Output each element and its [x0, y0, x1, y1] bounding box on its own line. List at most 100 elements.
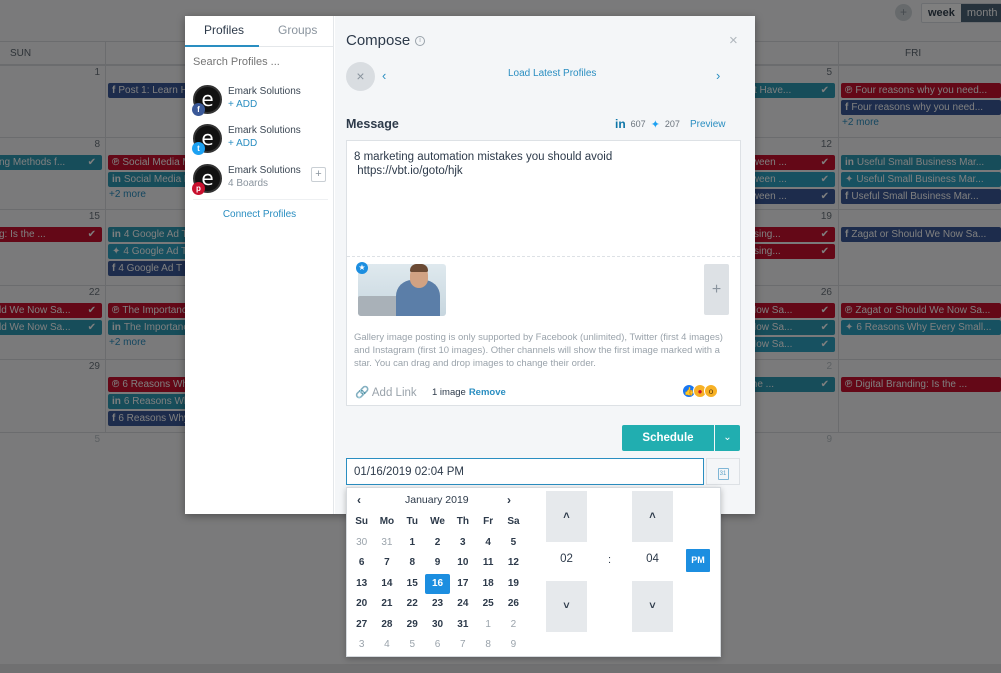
selected-day[interactable]: 16 [425, 573, 451, 595]
calendar-day[interactable]: 30 [425, 615, 450, 636]
calendar-day[interactable]: 8 [475, 635, 500, 656]
calendar-day[interactable]: 15 [400, 574, 425, 595]
calendar-day[interactable]: 4 [475, 533, 500, 554]
profiles-panel: Profiles Groups e f Emark Solutions + AD… [185, 16, 334, 514]
message-editor[interactable]: 8 marketing automation mistakes you shou… [346, 140, 741, 406]
message-textarea[interactable]: 8 marketing automation mistakes you shou… [354, 150, 734, 178]
calendar-day[interactable]: 18 [475, 574, 500, 595]
tab-groups[interactable]: Groups [278, 23, 317, 37]
chevron-right-icon[interactable]: › [716, 68, 720, 83]
reactions-icon[interactable]: 👍 ● o [682, 384, 718, 398]
calendar-day[interactable]: 26 [501, 594, 526, 615]
calendar-day[interactable]: 31 [374, 533, 399, 554]
twitter-icon: t [192, 142, 205, 155]
calendar-day[interactable]: 17 [450, 574, 475, 595]
add-image-button[interactable]: + [704, 264, 729, 315]
calendar-day[interactable]: 21 [374, 594, 399, 615]
schedule-options-dropdown[interactable]: ⌄ [715, 425, 740, 451]
calendar-day[interactable]: 5 [400, 635, 425, 656]
calendar-day[interactable]: 1 [475, 615, 500, 636]
minute-value[interactable]: 04 [632, 553, 673, 565]
calendar-day[interactable]: 31 [450, 615, 475, 636]
calendar-day[interactable]: 9 [425, 553, 450, 574]
gallery-note: Gallery image posting is only supported … [354, 332, 723, 369]
image-thumbnail[interactable] [358, 264, 446, 316]
calendar-day[interactable]: 7 [374, 553, 399, 574]
chevron-left-icon[interactable]: ‹ [382, 68, 386, 83]
star-icon[interactable]: ★ [356, 262, 368, 274]
hour-up-button[interactable]: ˄ [546, 491, 587, 542]
weekday-header: Th [456, 516, 469, 527]
add-profile-link[interactable]: + ADD [228, 138, 257, 149]
profile-item[interactable]: e t Emark Solutions + ADD [192, 124, 328, 158]
close-icon[interactable]: × [729, 32, 738, 49]
calendar-day[interactable]: 5 [501, 533, 526, 554]
calendar-icon: 31 [717, 468, 729, 480]
chevron-down-icon: ⌄ [723, 432, 732, 443]
compose-title: Compose [346, 32, 411, 49]
calendar-day[interactable]: 2 [501, 615, 526, 636]
calendar-day[interactable]: 20 [349, 594, 374, 615]
time-separator: : [608, 554, 612, 566]
calendar-day[interactable]: 6 [425, 635, 450, 656]
calendar-day[interactable]: 3 [450, 533, 475, 554]
hour-value[interactable]: 02 [546, 553, 587, 565]
open-calendar-button[interactable]: 31 [706, 458, 740, 485]
calendar-day[interactable]: 28 [374, 615, 399, 636]
calendar-day[interactable]: 1 [400, 533, 425, 554]
schedule-datetime-input[interactable] [346, 458, 704, 485]
calendar-day[interactable]: 12 [501, 553, 526, 574]
linkedin-icon: in [615, 117, 626, 131]
add-link-button[interactable]: 🔗 Add Link [355, 385, 417, 399]
clear-selected-profiles-button[interactable]: × [346, 62, 375, 91]
calendar-day[interactable]: 11 [475, 553, 500, 574]
calendar-day[interactable]: 10 [450, 553, 475, 574]
calendar-day[interactable]: 14 [374, 574, 399, 595]
connect-profiles-link[interactable]: Connect Profiles [185, 209, 334, 220]
profile-item[interactable]: e p Emark Solutions 4 Boards + [192, 164, 328, 198]
calendar-day[interactable]: 7 [450, 635, 475, 656]
calendar-day[interactable]: 30 [349, 533, 374, 554]
expand-boards-button[interactable]: + [311, 167, 326, 182]
calendar-day[interactable]: 13 [349, 574, 374, 595]
calendar-day[interactable]: 19 [501, 574, 526, 595]
pinterest-icon: p [192, 182, 205, 195]
calendar-day[interactable]: 8 [400, 553, 425, 574]
remove-image-link[interactable]: Remove [469, 387, 506, 398]
calendar-day[interactable]: 23 [425, 594, 450, 615]
calendar-day[interactable]: 22 [400, 594, 425, 615]
calendar-day[interactable]: 25 [475, 594, 500, 615]
month-label[interactable]: January 2019 [405, 494, 469, 506]
info-icon[interactable]: i [415, 36, 425, 46]
calendar-day[interactable]: 4 [374, 635, 399, 656]
hour-down-button[interactable]: ˅ [546, 581, 587, 632]
day-grid: Su Mo Tu We Th Fr Sa 30 31 1 2 3 4 5 6 7 8 9 10 11 12 13 14 15 1… [349, 512, 526, 656]
tab-profiles[interactable]: Profiles [204, 23, 244, 37]
add-profile-link[interactable]: + ADD [228, 99, 257, 110]
twitter-char-count: 207 [664, 119, 680, 129]
calendar-day[interactable]: 2 [425, 533, 450, 554]
compose-panel: Compose i × × ‹ Load Latest Profiles › M… [335, 16, 755, 514]
calendar-day[interactable]: 24 [450, 594, 475, 615]
load-latest-profiles-link[interactable]: Load Latest Profiles [508, 68, 596, 79]
calendar-day[interactable]: 9 [501, 635, 526, 656]
preview-link[interactable]: Preview [690, 119, 726, 130]
calendar-day[interactable]: 29 [400, 615, 425, 636]
search-profiles-input[interactable] [193, 56, 328, 68]
profile-item[interactable]: e f Emark Solutions + ADD [192, 85, 328, 119]
bottom-strip [0, 664, 1001, 673]
divider [193, 199, 328, 200]
linkedin-char-count: 607 [630, 119, 646, 129]
next-month-button[interactable]: › [507, 493, 511, 507]
meridiem-toggle[interactable]: PM [686, 549, 710, 572]
calendar-day[interactable]: 6 [349, 553, 374, 574]
profile-name: Emark Solutions [228, 165, 301, 176]
previous-month-button[interactable]: ‹ [357, 493, 361, 507]
minute-down-button[interactable]: ˅ [632, 581, 673, 632]
weekday-header: Mo [379, 516, 395, 527]
calendar-day[interactable]: 27 [349, 615, 374, 636]
wow-icon: o [704, 384, 718, 398]
calendar-day[interactable]: 3 [349, 635, 374, 656]
minute-up-button[interactable]: ˄ [632, 491, 673, 542]
schedule-button[interactable]: Schedule [622, 425, 714, 451]
